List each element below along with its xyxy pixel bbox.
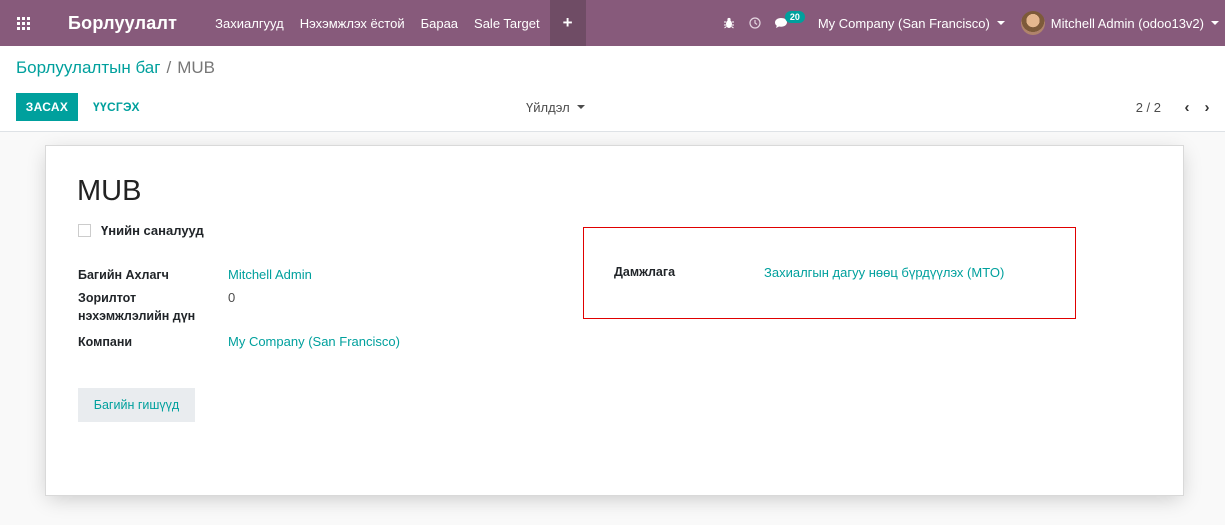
messaging-chat-icon[interactable]: 20 — [768, 0, 808, 46]
avatar — [1020, 11, 1045, 35]
top-navbar: Борлуулалт Захиалгууд Нэхэмжлэх ёстой Ба… — [0, 0, 1225, 46]
user-menu[interactable]: Mitchell Admin (odoo13v2) — [1017, 11, 1225, 35]
debug-bug-icon[interactable] — [716, 0, 742, 46]
action-dropdown[interactable]: Үйлдэл — [526, 93, 585, 121]
menu-item-to-invoice[interactable]: Нэхэмжлэх ёстой — [292, 0, 413, 46]
form-sheet: MUB Үнийн саналууд Багийн Ахлагч Mitchel… — [45, 145, 1184, 496]
edit-button[interactable]: ЗАСАХ — [16, 93, 78, 121]
company-name: My Company (San Francisco) — [817, 15, 990, 31]
route-highlight-box: Дамжлага Захиалгын дагуу нөөц бүрдүүлэх … — [583, 227, 1076, 319]
breadcrumb-current: MUB — [177, 58, 215, 77]
apps-menu-icon[interactable] — [0, 0, 46, 46]
app-brand[interactable]: Борлуулалт — [68, 13, 177, 34]
control-panel: Борлуулалтын баг / MUB ЗАСАХ ҮҮСГЭХ Үйлдэл… — [0, 46, 1225, 132]
menu-item-products[interactable]: Бараа — [413, 0, 466, 46]
quotations-checkbox-row: Үнийн саналууд — [78, 223, 204, 238]
team-leader-value[interactable]: Mitchell Admin — [228, 266, 312, 284]
pager-next-icon[interactable]: › — [1197, 99, 1217, 116]
quotations-checkbox-label: Үнийн саналууд — [101, 223, 204, 238]
quick-create-plus-icon[interactable]: + — [549, 0, 586, 46]
company-switcher[interactable]: My Company (San Francisco) — [808, 16, 1017, 31]
pager-value[interactable]: 2 / 2 — [1136, 100, 1161, 115]
create-button[interactable]: ҮҮСГЭХ — [93, 93, 140, 121]
menu-item-orders[interactable]: Захиалгууд — [207, 0, 292, 46]
action-dropdown-label: Үйлдэл — [526, 99, 570, 115]
chevron-down-icon — [1211, 21, 1219, 25]
pager: 2 / 2 ‹ › — [1136, 93, 1217, 121]
activity-clock-icon[interactable] — [742, 0, 768, 46]
team-leader-label: Багийн Ахлагч — [78, 268, 169, 282]
team-members-button[interactable]: Багийн гишүүд — [78, 388, 195, 422]
pager-previous-icon[interactable]: ‹ — [1177, 99, 1197, 116]
systray: 20 My Company (San Francisco) Mitchell A… — [716, 0, 1225, 46]
quotations-checkbox[interactable] — [78, 224, 91, 237]
record-title: MUB — [77, 175, 142, 207]
user-name: Mitchell Admin (odoo13v2) — [1050, 15, 1204, 31]
chat-count-badge: 20 — [784, 11, 805, 23]
company-label: Компани — [78, 335, 133, 349]
invoicing-target-value: 0 — [228, 290, 236, 305]
breadcrumb: Борлуулалтын баг / MUB — [16, 58, 215, 78]
menu-item-sale-target[interactable]: Sale Target — [466, 0, 548, 46]
route-value[interactable]: Захиалгын дагуу нөөц бүрдүүлэх (MTO) — [764, 265, 1004, 280]
main-menu: Захиалгууд Нэхэмжлэх ёстой Бараа Sale Ta… — [207, 0, 586, 46]
route-label: Дамжлага — [614, 265, 676, 279]
company-value[interactable]: My Company (San Francisco) — [228, 333, 400, 351]
chevron-down-icon — [576, 105, 585, 109]
breadcrumb-separator: / — [166, 58, 172, 77]
invoicing-target-label: Зорилтот нэхэмжлэлийн дүн — [78, 291, 196, 323]
chevron-down-icon — [996, 21, 1005, 25]
breadcrumb-parent-link[interactable]: Борлуулалтын баг — [16, 58, 160, 77]
